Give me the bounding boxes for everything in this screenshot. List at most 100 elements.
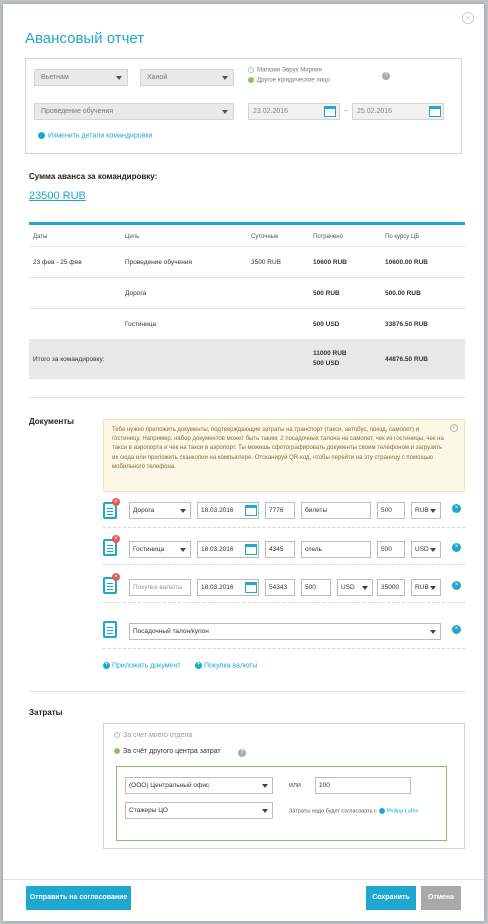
row-spent: 500 USD [313,321,340,328]
documents-label: Документы [29,417,74,426]
help-icon[interactable]: ? [238,749,246,757]
doc-type-select[interactable]: Покупка валюты [129,579,191,596]
row-cb: 500.00 RUB [385,290,421,297]
calendar-icon[interactable] [245,544,257,555]
doc-desc-input[interactable]: отель [301,541,371,558]
col-daily: Суточные [251,234,279,240]
delete-icon[interactable]: × [112,535,120,543]
chevron-down-icon [116,76,122,80]
doc-amount-input[interactable]: 500 [377,502,405,519]
col-dates: Даты [33,234,48,240]
send-for-approval-button[interactable]: Отправить на согласование [26,886,131,910]
advance-label: Сумма аванса за командировку: [29,172,158,181]
doc-type-select[interactable]: Посадочный талон/купон [129,623,441,640]
delete-icon[interactable]: × [112,573,120,581]
plus-icon: + [103,662,110,669]
buy-currency-link[interactable]: + Покупка валюты [195,662,257,669]
close-icon[interactable]: × [450,424,458,432]
doc-currency-select[interactable]: RUB [411,502,441,519]
date-dash: – [344,107,348,114]
document-row: × Дорога 18.03.2016 7776 билеты 500 RUB … [103,498,465,528]
document-icon[interactable] [103,621,117,638]
table-row: Гостиница 500 USD 33876.50 RUB [29,309,465,340]
cost-center-panel: За счет моего отдела За счёт другого цен… [103,723,465,849]
doc-number-input[interactable]: 4345 [265,541,295,558]
doc-amount-input[interactable]: 500 [301,579,331,596]
office-select[interactable]: (ООО) Центральный офис [125,777,273,794]
calendar-icon[interactable] [245,582,257,593]
delete-icon[interactable]: × [112,498,120,506]
trip-details-panel: Вьетнам Ханой Магазин Эврух Мирпин Друго… [25,58,462,154]
doc-amount-input[interactable]: 500 [377,541,405,558]
row-cb: 33876.50 RUB [385,321,428,328]
document-row: Посадочный талон/купон × [103,613,465,649]
row-dates: 23 фев - 25 фев [33,259,82,266]
remove-icon[interactable]: × [452,504,461,513]
radio-own-dept[interactable]: За счет моего отдела [114,732,192,739]
doc-currency-select[interactable]: USD [411,541,441,558]
radio-off-icon [248,67,254,73]
doc-type-select[interactable]: Гостиница [129,541,191,558]
country-select[interactable]: Вьетнам [34,69,128,86]
plus-icon: + [195,662,202,669]
doc-currency-select[interactable]: USD [337,579,373,596]
remove-icon[interactable]: × [452,543,461,552]
col-spent: Потрачено [313,234,343,240]
documents-note: Тебе нужно приложить документы, подтверж… [103,419,465,492]
chevron-down-icon [222,76,228,80]
col-purpose: Цель [125,234,140,240]
costs-label: Затраты [29,708,63,717]
table-total-row: Итого за командировку: 11000 RUB 500 USD… [29,340,465,379]
radio-company[interactable]: Магазин Эврух Мирпин [248,67,322,74]
remove-icon[interactable]: × [452,625,461,634]
group-select[interactable]: Стажеры ЦО [125,802,273,819]
doc-type-select[interactable]: Дорога [129,502,191,519]
document-row: × Гостиница 18.03.2016 4345 отель 500 US… [103,535,465,565]
table-row: Дорога 500 RUB 500.00 RUB [29,278,465,309]
footer-divider [3,879,484,880]
chevron-down-icon [362,586,368,590]
or-label: или [289,782,301,789]
doc-currency-select[interactable]: RUB [411,579,441,596]
doc-number-input[interactable]: 54343 [265,579,295,596]
chevron-down-icon [222,110,228,114]
close-icon[interactable]: × [462,12,474,24]
help-icon[interactable]: ? [382,72,390,80]
table-header: Даты Цель Суточные Потрачено По курсу ЦБ [29,225,465,247]
save-button[interactable]: Сохранить [366,886,416,910]
note-text: Тебе нужно приложить документы, подтверж… [112,427,444,470]
doc-desc-input[interactable]: билеты [301,502,371,519]
total-label: Итого за командировку: [33,356,105,363]
chevron-down-icon [262,809,268,813]
calendar-icon[interactable] [324,106,336,117]
radio-other-entity[interactable]: Другое юридическое лицо [248,77,330,84]
doc-amount-input[interactable]: 35000 [377,579,405,596]
remove-icon[interactable]: × [452,581,461,590]
advance-amount-link[interactable]: 23500 RUB [29,190,86,202]
cost-center-fields: (ООО) Центральный офис или 100 Стажеры Ц… [116,766,447,841]
pencil-icon [38,132,45,139]
row-cb: 10600.00 RUB [385,259,428,266]
radio-other-center[interactable]: За счёт другого центра затрат [114,748,221,755]
cancel-button[interactable]: Отмена [421,886,461,910]
row-purpose: Проведение обучения [125,259,192,266]
chevron-down-icon [430,630,436,634]
total-spent-rub: 11000 RUB [313,350,347,357]
edit-trip-link[interactable]: Изменить детали командировки [38,132,152,139]
calendar-icon[interactable] [245,505,257,516]
calendar-icon[interactable] [429,106,441,117]
city-select[interactable]: Ханой [140,69,234,86]
chevron-down-icon [430,586,436,590]
approve-note: Затраты надо будет согласовать с Philipp … [289,808,419,815]
total-spent-usd: 500 USD [313,360,340,367]
purpose-select[interactable]: Проведение обучения [34,103,234,120]
total-cb: 44876.50 RUB [385,356,428,363]
advance-report-modal: × Авансовый отчет Вьетнам Ханой Магазин … [3,4,484,921]
cost-code-input[interactable]: 100 [315,777,411,794]
add-document-link[interactable]: + Приложить документ [103,662,181,669]
row-spent: 10600 RUB [313,259,347,266]
row-spent: 500 RUB [313,290,340,297]
table-row: 23 фев - 25 фев Проведение обучения 3500… [29,247,465,278]
approver-link[interactable]: Philipp Lafen [387,808,419,814]
doc-number-input[interactable]: 7776 [265,502,295,519]
